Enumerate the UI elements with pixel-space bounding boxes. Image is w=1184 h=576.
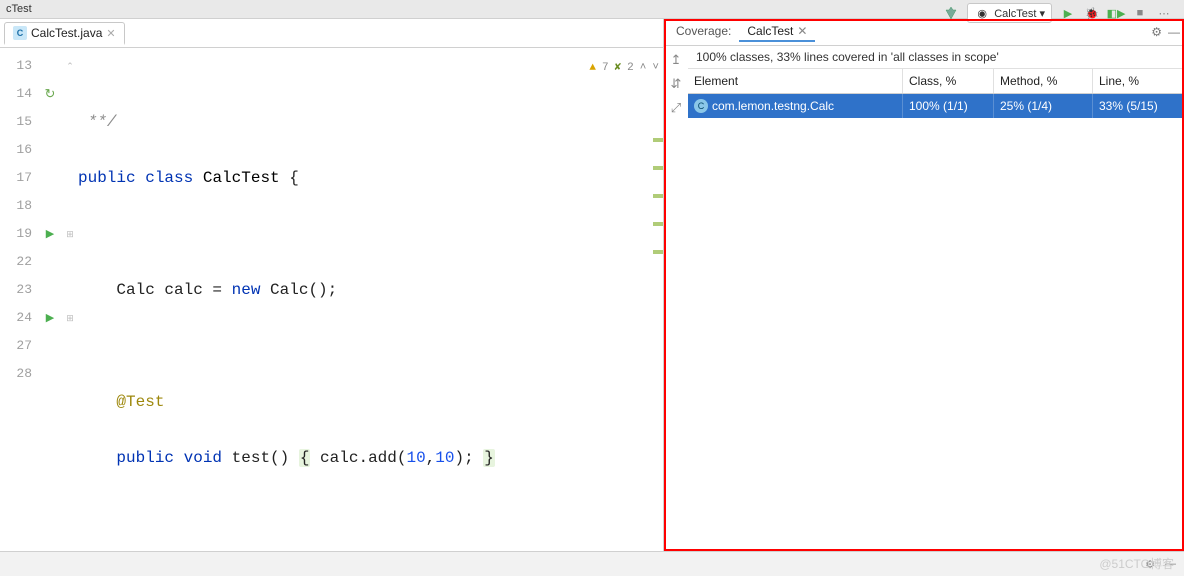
- coverage-sidebar: ↥ ⇵ ⤢: [664, 46, 688, 551]
- warning-icon: ▲: [589, 54, 596, 82]
- chevron-down-icon[interactable]: ˅: [652, 54, 659, 82]
- coverage-header: Coverage: CalcTest ✕ ⚙ —: [664, 19, 1184, 46]
- fold-column: ⌃ ⊞ ⊞: [62, 48, 78, 551]
- app-root: cTest ◉ CalcTest ▾ ▶ 🐞 ◧▶ ■ ⋯ C CalcTest…: [0, 0, 1184, 576]
- up-level-icon[interactable]: ↥: [671, 52, 682, 68]
- gutter-icons: ↻ ▶ ▶: [38, 48, 62, 551]
- gear-icon[interactable]: ⚙: [1151, 25, 1162, 39]
- coverage-body: ↥ ⇵ ⤢ 100% classes, 33% lines covered in…: [664, 46, 1184, 551]
- coverage-table: 100% classes, 33% lines covered in 'all …: [688, 46, 1184, 551]
- flatten-icon[interactable]: ⇵: [671, 76, 682, 92]
- inspection-summary[interactable]: ▲7 ✘2 ˄ ˅: [589, 54, 659, 82]
- code-area[interactable]: ▲7 ✘2 ˄ ˅ **/ public class CalcTest { Ca…: [78, 48, 663, 551]
- editor-pane: C CalcTest.java ✕ 131415 161718 192223 2…: [0, 19, 664, 551]
- coverage-marker: [653, 194, 663, 198]
- java-class-icon: C: [13, 26, 27, 40]
- filter-icon[interactable]: ⤢: [671, 100, 681, 116]
- project-name: cTest: [6, 3, 32, 15]
- fold-toggle-icon[interactable]: ⊞: [62, 220, 78, 248]
- col-line[interactable]: Line, %: [1093, 69, 1184, 93]
- status-bar: ⚙ —: [0, 551, 1184, 576]
- editor-tab-label: CalcTest.java: [31, 26, 102, 40]
- close-icon[interactable]: ✕: [106, 27, 115, 40]
- editor-tab-calctest[interactable]: C CalcTest.java ✕: [4, 22, 125, 45]
- coverage-tools: ⚙ —: [1151, 25, 1180, 39]
- watermark: @51CTO博客: [1099, 555, 1174, 572]
- table-header: Element Class, % Method, % Line, %: [688, 69, 1184, 94]
- typo-icon: ✘: [615, 54, 622, 82]
- coverage-tab-calctest[interactable]: CalcTest ✕: [739, 22, 815, 42]
- run-config-label: CalcTest ▾: [994, 7, 1045, 20]
- table-row[interactable]: Ccom.lemon.testng.Calc 100% (1/1) 25% (1…: [688, 94, 1184, 118]
- coverage-marker: [653, 250, 663, 254]
- fold-toggle-icon[interactable]: ⊞: [62, 304, 78, 332]
- chevron-up-icon[interactable]: ˄: [640, 54, 647, 82]
- coverage-title: Coverage:: [668, 22, 739, 42]
- coverage-marker: [653, 166, 663, 170]
- editor-tabs: C CalcTest.java ✕: [0, 19, 663, 48]
- editor-body: 131415 161718 192223 242728 ↻ ▶ ▶ ⌃ ⊞: [0, 48, 663, 551]
- run-test-icon[interactable]: ▶: [46, 304, 54, 332]
- close-icon[interactable]: ✕: [797, 24, 807, 38]
- minimize-icon[interactable]: —: [1168, 25, 1180, 39]
- col-element[interactable]: Element: [688, 69, 903, 93]
- line-numbers: 131415 161718 192223 242728: [0, 48, 38, 551]
- coverage-marker: [653, 138, 663, 142]
- class-icon: C: [694, 99, 708, 113]
- coverage-pane: Coverage: CalcTest ✕ ⚙ — ↥ ⇵ ⤢ 100% clas…: [664, 19, 1184, 551]
- col-method[interactable]: Method, %: [994, 69, 1093, 93]
- coverage-marker: [653, 222, 663, 226]
- coverage-summary: 100% classes, 33% lines covered in 'all …: [688, 46, 1184, 69]
- col-class[interactable]: Class, %: [903, 69, 994, 93]
- recompile-icon[interactable]: ↻: [45, 80, 56, 108]
- fold-up-icon[interactable]: ⌃: [62, 52, 78, 80]
- main-split: C CalcTest.java ✕ 131415 161718 192223 2…: [0, 19, 1184, 551]
- title-bar: cTest ◉ CalcTest ▾ ▶ 🐞 ◧▶ ■ ⋯: [0, 0, 1184, 19]
- run-test-icon[interactable]: ▶: [46, 220, 54, 248]
